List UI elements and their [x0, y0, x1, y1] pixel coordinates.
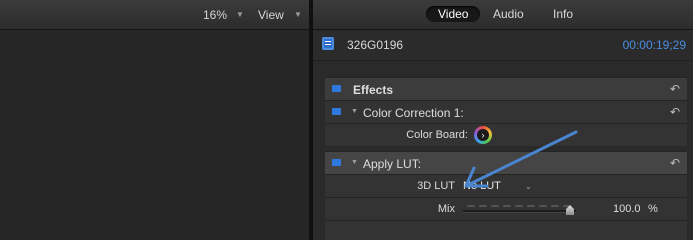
- lut-popup-value[interactable]: No LUT: [463, 180, 501, 192]
- inspector-pane: Video Audio Info 326G0196 00:00:19;29 Ef…: [313, 0, 693, 240]
- tab-audio[interactable]: Audio: [493, 7, 524, 21]
- lut-popup-chevron-icon[interactable]: ⌄: [525, 182, 532, 191]
- effects-header-label: Effects: [353, 83, 394, 97]
- clip-name: 326G0196: [347, 38, 404, 52]
- tab-video[interactable]: Video: [426, 6, 481, 22]
- color-board-row: Color Board: ›: [325, 123, 687, 146]
- mix-unit: %: [648, 203, 658, 215]
- clip-header: 326G0196 00:00:19;29: [313, 30, 693, 61]
- mix-row: Mix 100.0 %: [325, 197, 687, 220]
- color-board-icon[interactable]: ›: [474, 126, 492, 144]
- inspector-tab-bar: Video Audio Info: [313, 0, 693, 30]
- lut-label: 3D LUT: [417, 180, 455, 192]
- reset-icon[interactable]: ↶: [670, 82, 680, 96]
- apply-lut-row[interactable]: ▼ Apply LUT: ↶: [325, 151, 687, 174]
- mix-slider-ticks: [465, 205, 573, 207]
- color-correction-label: Color Correction 1:: [363, 106, 464, 120]
- tab-info[interactable]: Info: [553, 7, 573, 21]
- mix-value[interactable]: 100.0: [613, 203, 641, 215]
- mix-slider-track[interactable]: [463, 210, 576, 212]
- viewer-toolbar: 16% ▼ View ▼: [0, 0, 309, 30]
- film-clip-icon: [322, 37, 334, 50]
- lut-row: 3D LUT No LUT ⌄: [325, 174, 687, 197]
- apply-lut-label: Apply LUT:: [363, 157, 422, 171]
- apply-lut-checkbox[interactable]: [332, 159, 341, 166]
- empty-row: [325, 220, 687, 240]
- zoom-level[interactable]: 16%: [203, 8, 227, 22]
- zoom-chevron-icon[interactable]: ▼: [236, 10, 244, 19]
- color-correction-row[interactable]: ▼ Color Correction 1: ↶: [325, 100, 687, 123]
- view-menu-button[interactable]: View: [258, 8, 284, 22]
- color-board-arrow-icon: ›: [477, 129, 489, 141]
- mix-label: Mix: [437, 203, 455, 215]
- clip-timecode: 00:00:19;29: [622, 38, 686, 52]
- reset-icon[interactable]: ↶: [670, 105, 680, 119]
- reset-icon[interactable]: ↶: [670, 156, 680, 170]
- view-chevron-icon[interactable]: ▼: [294, 10, 302, 19]
- effects-enable-checkbox[interactable]: [332, 85, 341, 92]
- color-correction-checkbox[interactable]: [332, 108, 341, 115]
- disclosure-triangle-icon[interactable]: ▼: [351, 159, 358, 166]
- effects-header-row: Effects ↶: [325, 77, 687, 100]
- disclosure-triangle-icon[interactable]: ▼: [351, 108, 358, 115]
- viewer-pane: 16% ▼ View ▼: [0, 0, 309, 240]
- color-board-label: Color Board:: [406, 129, 468, 141]
